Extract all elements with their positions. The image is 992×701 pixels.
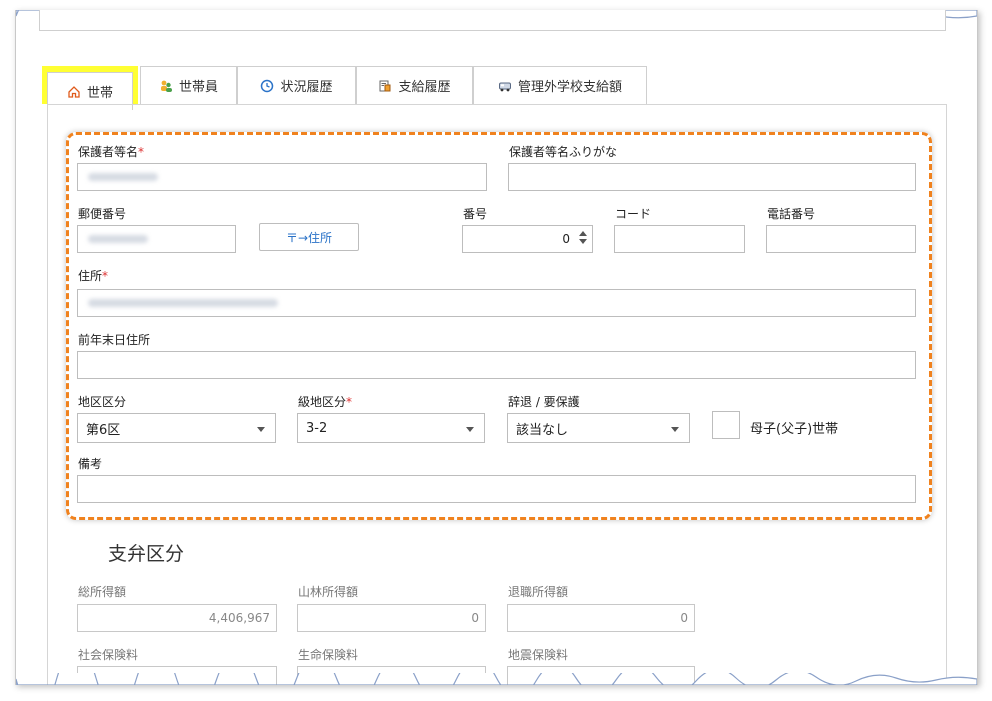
- chevron-down-icon: [671, 427, 679, 432]
- total-income-label: 総所得額: [78, 585, 127, 599]
- guardian-name-input[interactable]: [77, 163, 487, 191]
- retirement-income-value: 0: [680, 611, 688, 625]
- retirement-income-label: 退職所得額: [508, 585, 569, 599]
- postal-to-address-button[interactable]: 〒→住所: [259, 223, 359, 251]
- phone-input[interactable]: [766, 225, 916, 253]
- chevron-down-icon: [257, 427, 265, 432]
- decline-selected-value: 該当なし: [516, 422, 569, 438]
- district-select[interactable]: 第6区: [77, 413, 276, 443]
- tab-household[interactable]: 世帯: [42, 66, 138, 110]
- single-parent-checkbox[interactable]: [712, 411, 740, 439]
- previous-panel-bottom: [39, 10, 946, 31]
- previous-year-address-input[interactable]: [77, 351, 916, 379]
- document-page: 世帯 世帯員 状況履歴 支給履歴 管理外学校支給額 保護者等名* 保護者等名ふり…: [15, 10, 978, 685]
- life-insurance-label: 生命保険料: [298, 648, 359, 662]
- total-income-field: 4,406,967: [77, 604, 277, 632]
- single-parent-label: 母子(父子)世帯: [750, 422, 839, 437]
- note-label: 備考: [78, 457, 103, 471]
- ledger-icon: [379, 80, 391, 91]
- address-input[interactable]: [77, 289, 916, 317]
- phone-label: 電話番号: [767, 207, 816, 221]
- previous-year-address-label: 前年末日住所: [78, 333, 151, 347]
- guardian-kana-input[interactable]: [508, 163, 916, 191]
- postal-code-input[interactable]: [77, 225, 236, 253]
- code-input[interactable]: [614, 225, 745, 253]
- social-insurance-label: 社会保険料: [78, 648, 139, 662]
- grade-selected-value: 3-2: [306, 420, 328, 436]
- postal-code-label: 郵便番号: [78, 207, 127, 221]
- tab-payment-history[interactable]: 支給履歴: [356, 66, 473, 104]
- district-selected-value: 第6区: [86, 422, 121, 438]
- chevron-down-icon: [466, 427, 474, 432]
- tab-label: 状況履歴: [280, 80, 333, 95]
- payment-section-title: 支弁区分: [108, 543, 185, 565]
- district-label: 地区区分: [78, 395, 127, 409]
- tab-label: 世帯員: [178, 80, 218, 95]
- number-stepper[interactable]: 0: [462, 225, 593, 253]
- earthquake-insurance-label: 地震保険料: [508, 648, 569, 662]
- forest-income-field: 0: [297, 604, 486, 632]
- forest-income-label: 山林所得額: [298, 585, 359, 599]
- tab-status-history[interactable]: 状況履歴: [237, 66, 356, 104]
- forest-income-value: 0: [471, 611, 479, 625]
- number-label: 番号: [463, 207, 488, 221]
- note-input[interactable]: [77, 475, 916, 503]
- decline-select[interactable]: 該当なし: [507, 413, 690, 443]
- guardian-kana-label: 保護者等名ふりがな: [509, 145, 618, 159]
- tab-members[interactable]: 世帯員: [140, 66, 237, 104]
- code-label: コード: [615, 207, 652, 221]
- home-icon: [68, 85, 80, 98]
- people-icon: [160, 80, 172, 92]
- clock-icon: [261, 79, 274, 92]
- retirement-income-field: 0: [507, 604, 695, 632]
- bus-icon: [498, 82, 511, 91]
- total-income-value: 4,406,967: [208, 611, 270, 625]
- tab-label: 支給履歴: [398, 80, 451, 95]
- guardian-name-label: 保護者等名*: [78, 145, 145, 159]
- number-value: 0: [562, 232, 570, 246]
- spinner-arrows-icon[interactable]: [579, 231, 587, 247]
- tab-label: 管理外学校支給額: [517, 80, 622, 95]
- tab-label: 世帯: [86, 86, 113, 101]
- grade-select[interactable]: 3-2: [297, 413, 485, 443]
- torn-edge-bottom: [16, 673, 977, 685]
- grade-label: 級地区分*: [298, 395, 353, 409]
- tab-external-school-payment[interactable]: 管理外学校支給額: [473, 66, 647, 104]
- decline-label: 辞退 / 要保護: [508, 395, 580, 409]
- address-label: 住所*: [78, 269, 109, 283]
